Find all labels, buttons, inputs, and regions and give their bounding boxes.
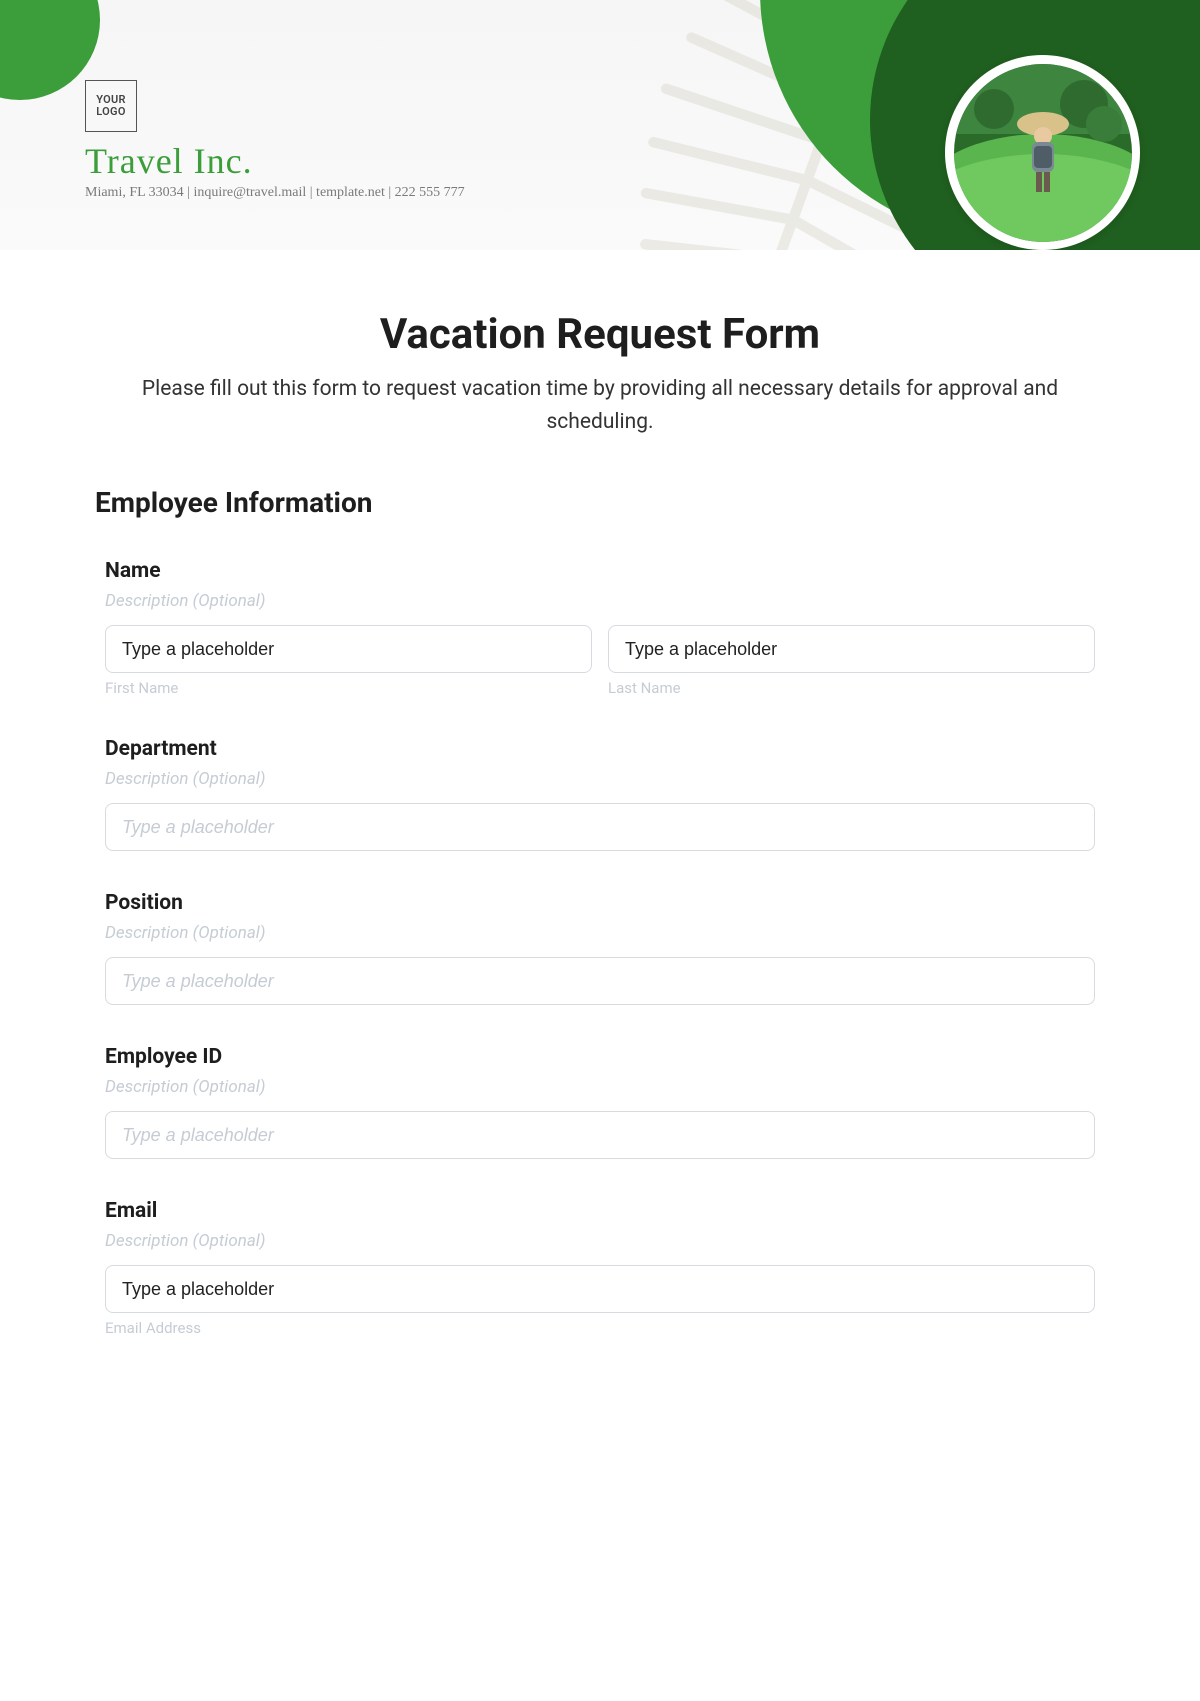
field-desc-email: Description (Optional)	[105, 1231, 1095, 1251]
field-name: Name Description (Optional) First Name L…	[95, 559, 1105, 697]
field-label-position: Position	[105, 891, 1095, 915]
logo-text: YOUR LOGO	[86, 94, 136, 118]
field-desc-name: Description (Optional)	[105, 591, 1095, 611]
last-name-input[interactable]	[608, 625, 1095, 673]
email-sublabel: Email Address	[105, 1319, 1095, 1337]
header-photo-frame	[945, 55, 1140, 250]
first-name-input[interactable]	[105, 625, 592, 673]
last-name-sublabel: Last Name	[608, 679, 1095, 697]
logo-placeholder: YOUR LOGO	[85, 80, 137, 132]
employee-id-input[interactable]	[105, 1111, 1095, 1159]
email-input[interactable]	[105, 1265, 1095, 1313]
field-employee-id: Employee ID Description (Optional)	[95, 1045, 1105, 1159]
form-subtitle: Please fill out this form to request vac…	[95, 373, 1105, 438]
field-label-department: Department	[105, 737, 1095, 761]
first-name-sublabel: First Name	[105, 679, 592, 697]
position-input[interactable]	[105, 957, 1095, 1005]
field-position: Position Description (Optional)	[95, 891, 1105, 1005]
company-block: Travel Inc. Miami, FL 33034 | inquire@tr…	[85, 140, 465, 201]
field-department: Department Description (Optional)	[95, 737, 1105, 851]
company-meta: Miami, FL 33034 | inquire@travel.mail | …	[85, 185, 465, 201]
field-desc-position: Description (Optional)	[105, 923, 1095, 943]
header-banner: YOUR LOGO Travel Inc. Miami, FL 33034 | …	[0, 0, 1200, 250]
department-input[interactable]	[105, 803, 1095, 851]
header-photo	[954, 64, 1132, 242]
field-label-name: Name	[105, 559, 1095, 583]
company-name: Travel Inc.	[85, 140, 465, 182]
field-desc-department: Description (Optional)	[105, 769, 1095, 789]
form-title: Vacation Request Form	[95, 310, 1105, 359]
field-label-employee-id: Employee ID	[105, 1045, 1095, 1069]
field-email: Email Description (Optional) Email Addre…	[95, 1199, 1105, 1337]
field-label-email: Email	[105, 1199, 1095, 1223]
form-content: Vacation Request Form Please fill out th…	[0, 250, 1200, 1377]
field-desc-employee-id: Description (Optional)	[105, 1077, 1095, 1097]
section-heading-employee-info: Employee Information	[95, 486, 1105, 519]
